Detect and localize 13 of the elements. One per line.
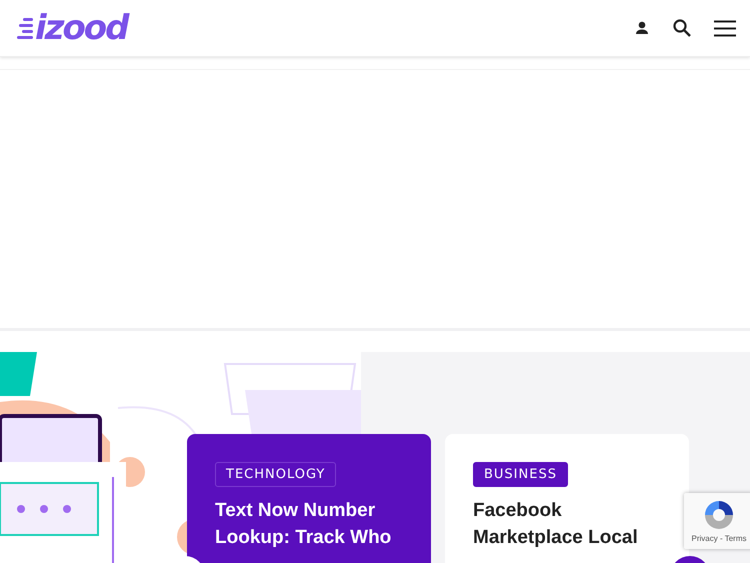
- article-title[interactable]: Text Now Number Lookup: Track Who: [215, 497, 407, 551]
- privacy-terms-links[interactable]: Privacy - Terms: [692, 534, 746, 543]
- recaptcha-icon: [702, 499, 736, 531]
- article-card[interactable]: TECHNOLOGY Text Now Number Lookup: Track Who: [187, 434, 431, 563]
- user-icon[interactable]: [634, 20, 650, 36]
- category-tag[interactable]: TECHNOLOGY: [215, 462, 336, 487]
- menu-icon[interactable]: [714, 20, 736, 36]
- search-icon[interactable]: [672, 18, 692, 38]
- logo[interactable]: izood: [35, 8, 128, 48]
- speed-lines-icon: [17, 16, 33, 40]
- article-title[interactable]: Facebook Marketplace Local: [473, 497, 665, 551]
- category-tag[interactable]: BUSINESS: [473, 462, 568, 487]
- article-card[interactable]: BUSINESS Facebook Marketplace Local: [445, 434, 689, 563]
